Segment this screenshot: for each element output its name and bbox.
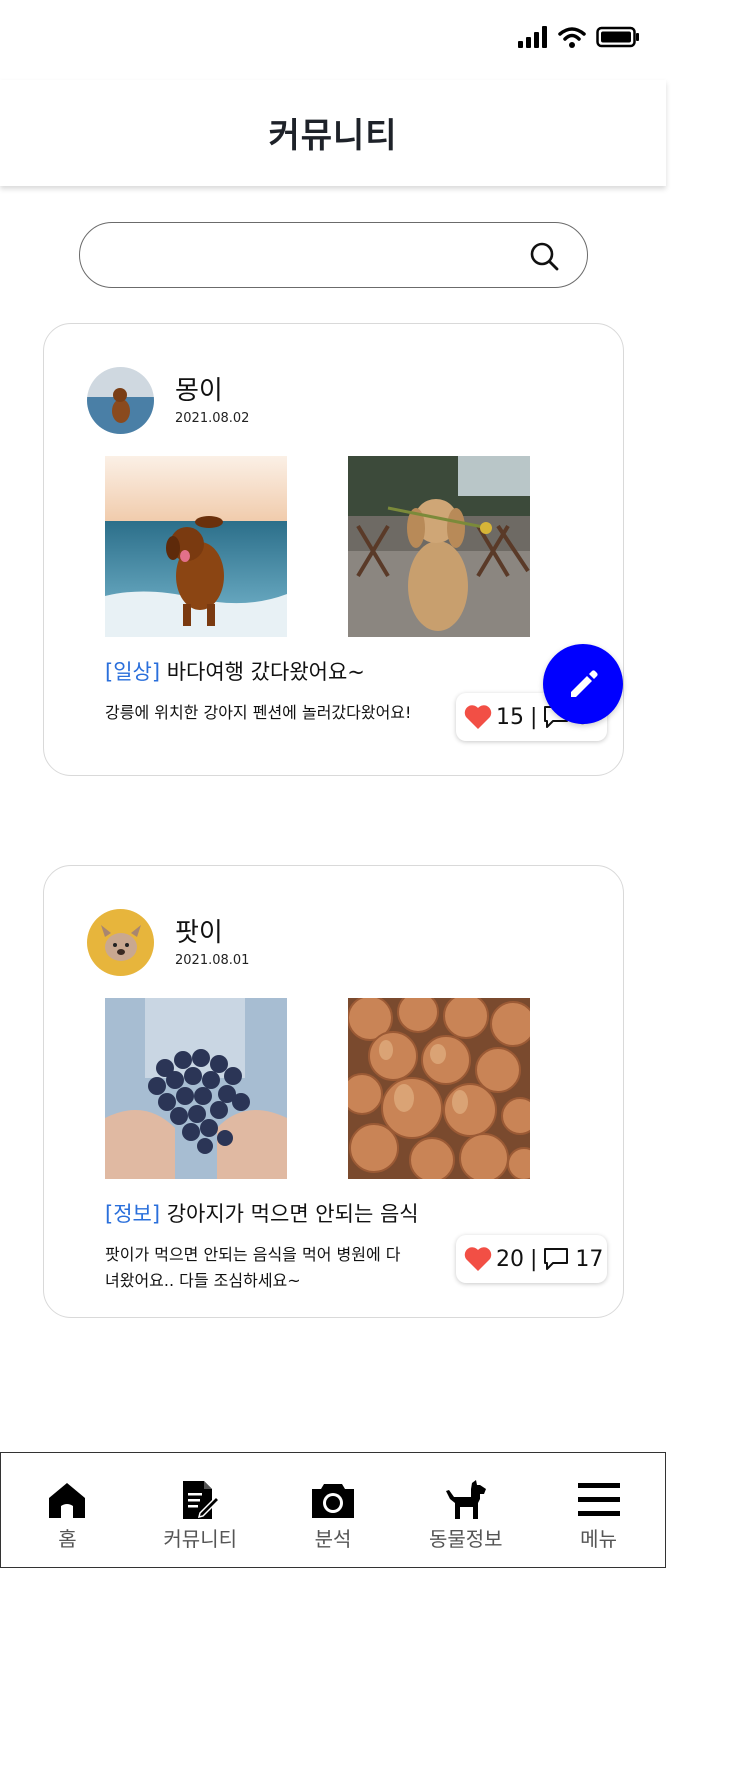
dog-icon <box>444 1479 488 1521</box>
search-icon[interactable] <box>529 241 559 271</box>
bottom-nav: 홈 커뮤니티 분석 동물정보 메뉴 <box>0 1452 666 1568</box>
post-stats: 20 | 17 <box>456 1235 607 1283</box>
status-icons <box>518 26 640 48</box>
post-photo-dog-flower[interactable] <box>348 456 530 637</box>
post-card[interactable]: 몽이 2021.08.02 [일상] 바다여행 갔다왔어요~ 강릉에 위치한 강… <box>43 323 624 776</box>
search-input[interactable] <box>108 237 528 273</box>
battery-icon <box>596 26 639 48</box>
document-edit-icon <box>180 1479 221 1521</box>
avatar-image <box>87 367 154 434</box>
post-title[interactable]: [일상] 바다여행 갔다왔어요~ <box>105 656 365 686</box>
search-bar[interactable] <box>79 222 588 288</box>
post-photo-dog-beach[interactable] <box>105 456 287 637</box>
camera-icon <box>310 1479 356 1521</box>
nav-label-analysis: 분석 <box>314 1527 352 1551</box>
post-photo-onions[interactable] <box>348 998 530 1179</box>
post-body: 강릉에 위치한 강아지 펜션에 놀러갔다왔어요! <box>105 703 412 722</box>
write-post-button[interactable] <box>543 644 623 724</box>
author-name[interactable]: 몽이 <box>175 370 223 407</box>
nav-label-community: 커뮤니티 <box>163 1527 237 1551</box>
nav-label-animal-info: 동물정보 <box>428 1527 503 1551</box>
page-title: 커뮤니티 <box>268 115 398 156</box>
post-date: 2021.08.01 <box>175 953 250 968</box>
heart-icon[interactable] <box>464 704 492 730</box>
comment-count: 17 <box>575 1246 604 1272</box>
like-count: 15 <box>496 704 524 730</box>
pencil-icon <box>571 670 598 697</box>
post-title-text: 강아지가 먹으면 안되는 음식 <box>166 1202 419 1226</box>
post-card[interactable]: 팟이 2021.08.01 [정보] 강아지가 먹으면 안되는 음식 팟이가 먹… <box>43 865 624 1318</box>
nav-item-home[interactable]: 홈 <box>1 1453 134 1567</box>
wifi-icon <box>558 27 586 48</box>
post-category-tag: [정보] <box>105 1202 161 1226</box>
avatar[interactable] <box>87 367 154 434</box>
nav-label-menu: 메뉴 <box>580 1527 617 1551</box>
author-name[interactable]: 팟이 <box>175 912 223 949</box>
like-count: 20 <box>496 1246 524 1272</box>
post-photo-grapes[interactable] <box>105 998 287 1179</box>
heart-icon[interactable] <box>464 1246 492 1272</box>
post-date: 2021.08.02 <box>175 411 250 426</box>
stat-divider: | <box>530 1246 538 1272</box>
post-body: 팟이가 먹으면 안되는 음식을 먹어 병원에 다녀왔어요.. 다들 조심하세요~ <box>105 1245 401 1290</box>
post-title-text: 바다여행 갔다왔어요~ <box>166 660 365 684</box>
home-icon <box>47 1479 87 1521</box>
post-category-tag: [일상] <box>105 660 161 684</box>
avatar[interactable] <box>87 909 154 976</box>
nav-item-animal-info[interactable]: 동물정보 <box>399 1453 532 1567</box>
menu-icon <box>577 1479 621 1521</box>
comment-icon[interactable] <box>543 1247 569 1271</box>
nav-label-home: 홈 <box>58 1527 77 1551</box>
stat-divider: | <box>530 704 538 730</box>
post-title[interactable]: [정보] 강아지가 먹으면 안되는 음식 <box>105 1198 419 1228</box>
nav-item-menu[interactable]: 메뉴 <box>532 1453 665 1567</box>
nav-item-analysis[interactable]: 분석 <box>267 1453 400 1567</box>
avatar-image <box>87 909 154 976</box>
signal-icon <box>518 26 547 48</box>
page-header: 커뮤니티 <box>0 80 666 186</box>
status-bar <box>0 0 666 80</box>
nav-item-community[interactable]: 커뮤니티 <box>134 1453 267 1567</box>
